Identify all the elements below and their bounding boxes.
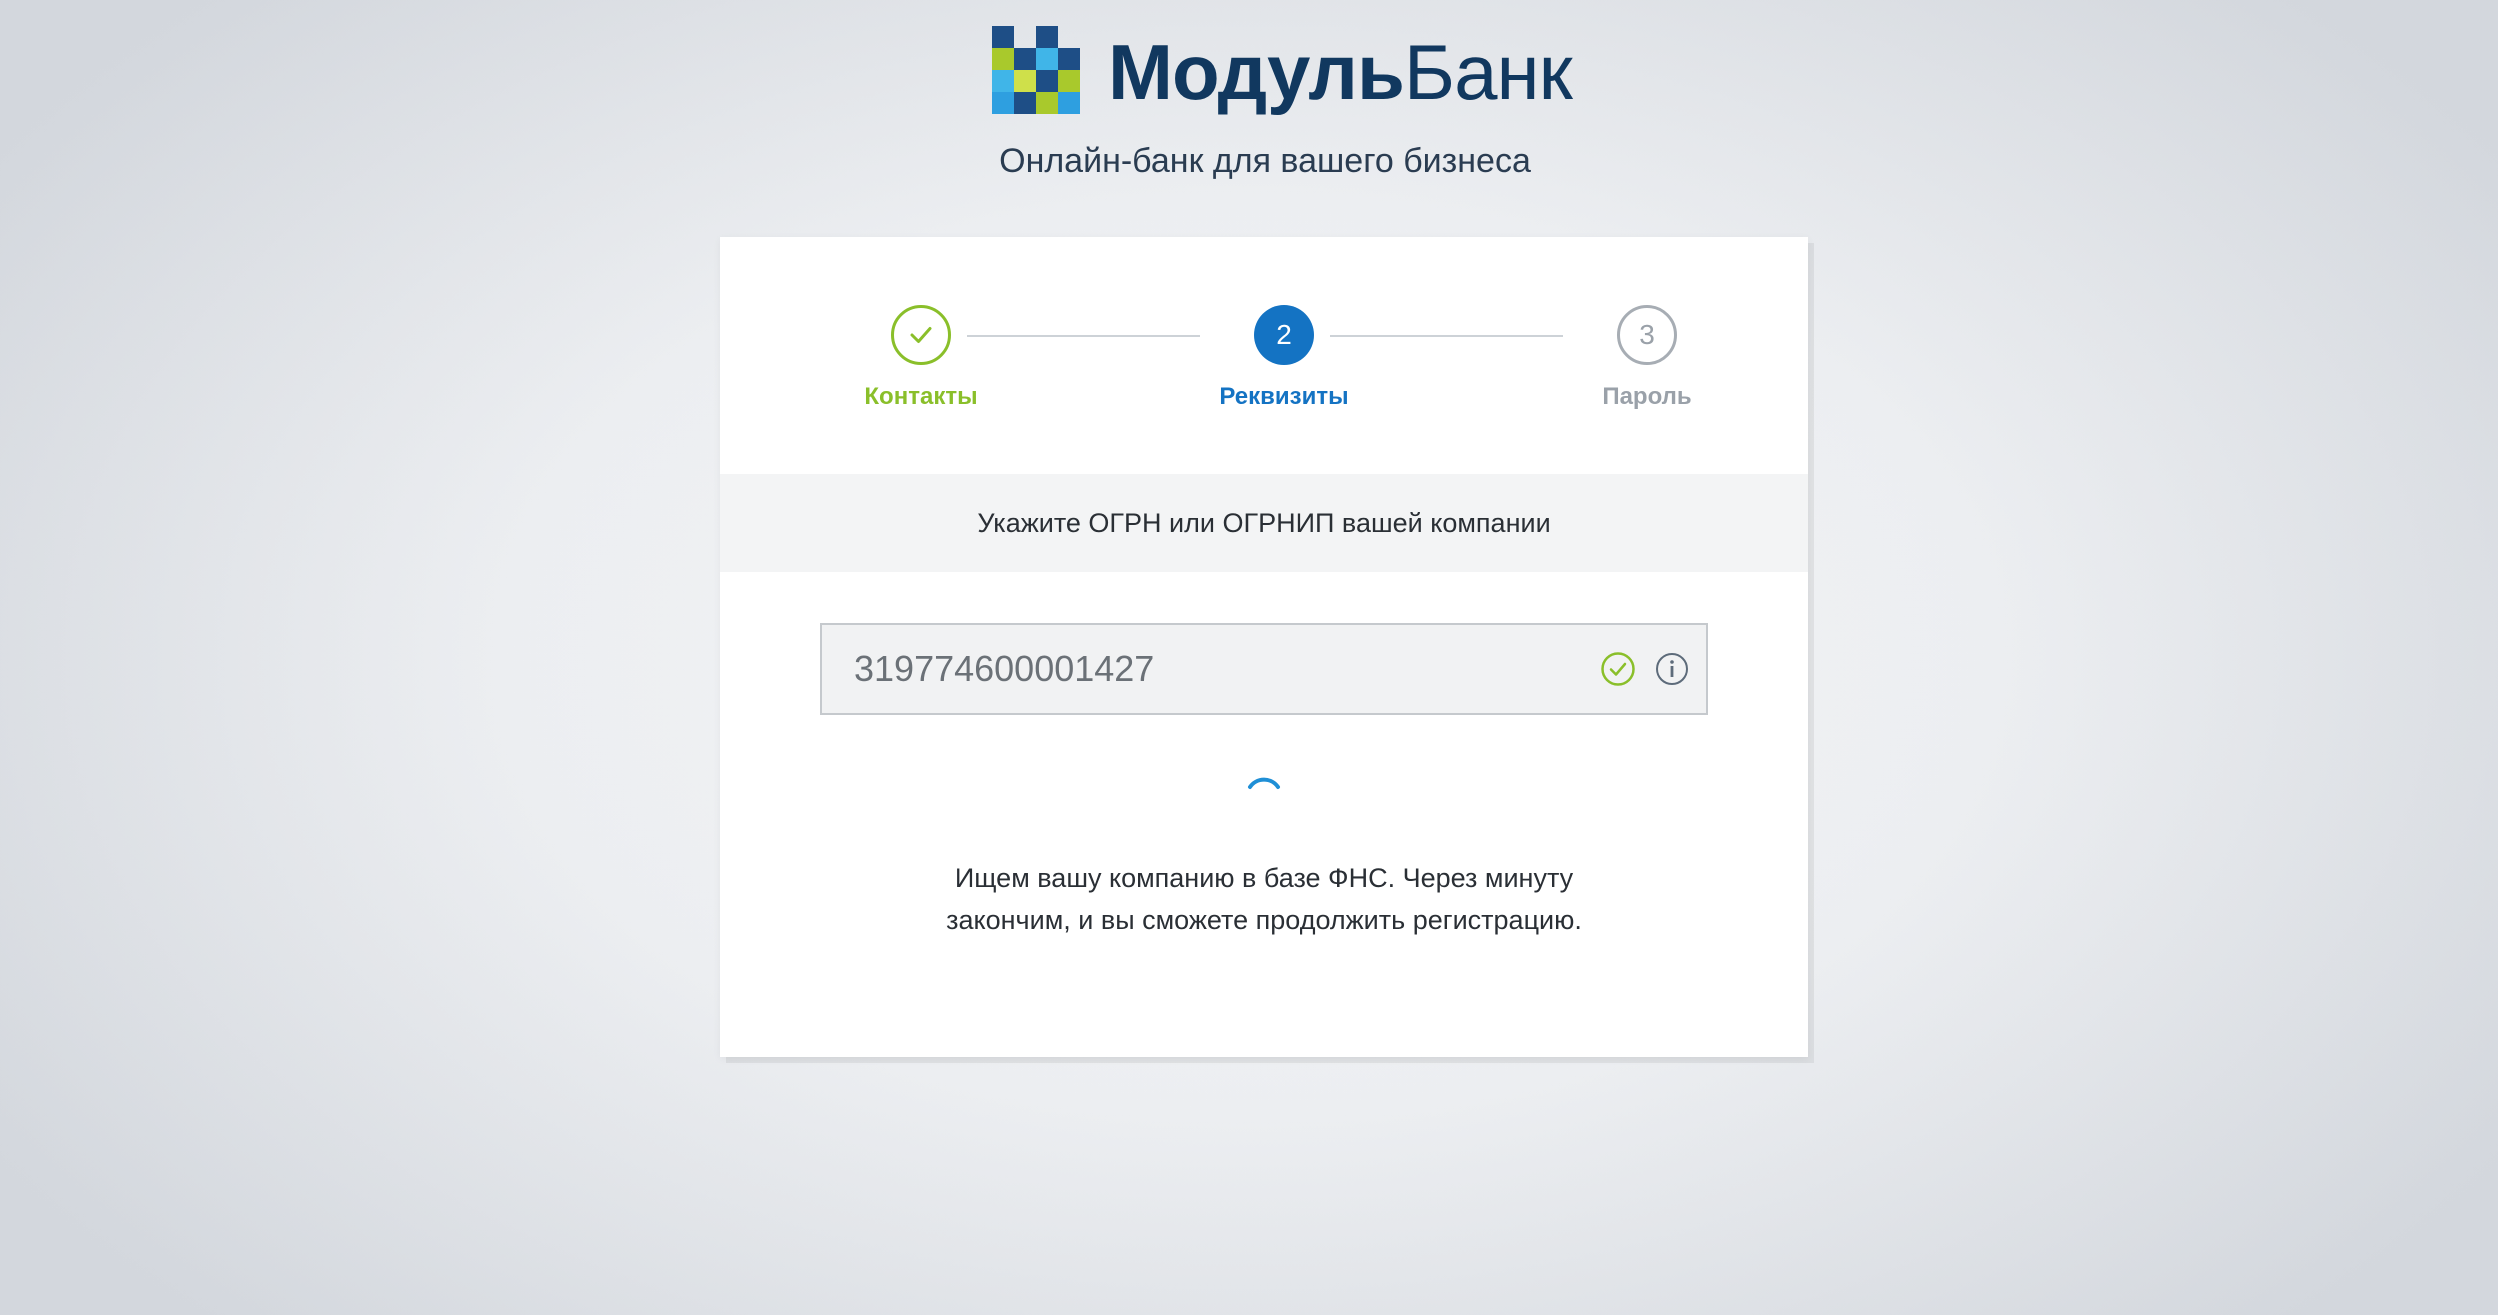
info-icon[interactable]	[1654, 651, 1690, 687]
step-number: 3	[1617, 305, 1677, 365]
logo-wordmark: МодульБанк	[1108, 33, 1573, 111]
step-password: 3 Пароль	[1527, 305, 1767, 411]
registration-card: Контакты 2 Реквизиты 3 Пароль Укажите ОГ…	[720, 237, 1808, 1057]
step-label: Реквизиты	[1219, 383, 1349, 410]
tagline: Онлайн-банк для вашего бизнеса	[999, 142, 1531, 180]
step-label: Пароль	[1602, 383, 1692, 410]
registration-stepper: Контакты 2 Реквизиты 3 Пароль	[720, 237, 1808, 473]
step-requisites: 2 Реквизиты	[1164, 305, 1404, 411]
status-line: закончим, и вы сможете продолжить регист…	[946, 905, 1582, 935]
logo-mark-icon	[992, 26, 1084, 118]
brand-logo: МодульБанк	[992, 24, 1573, 120]
instruction-text: Укажите ОГРН или ОГРНИП вашей компании	[720, 474, 1808, 572]
check-icon	[910, 327, 932, 343]
search-status: Ищем вашу компанию в базе ФНС. Через мин…	[720, 857, 1808, 941]
logo-wordmark-bold: Модуль	[1108, 28, 1405, 116]
ogrn-field[interactable]	[820, 623, 1708, 715]
step-contacts[interactable]: Контакты	[801, 305, 1041, 411]
check-circle-icon	[1601, 652, 1635, 686]
step-number: 2	[1254, 305, 1314, 365]
status-line: Ищем вашу компанию в базе ФНС. Через мин…	[954, 863, 1574, 893]
step-completed-circle	[891, 305, 951, 365]
loading-spinner-icon	[1248, 777, 1280, 789]
step-label: Контакты	[864, 383, 978, 410]
logo-wordmark-light: Банк	[1403, 28, 1573, 116]
ogrn-input[interactable]	[822, 625, 1582, 713]
